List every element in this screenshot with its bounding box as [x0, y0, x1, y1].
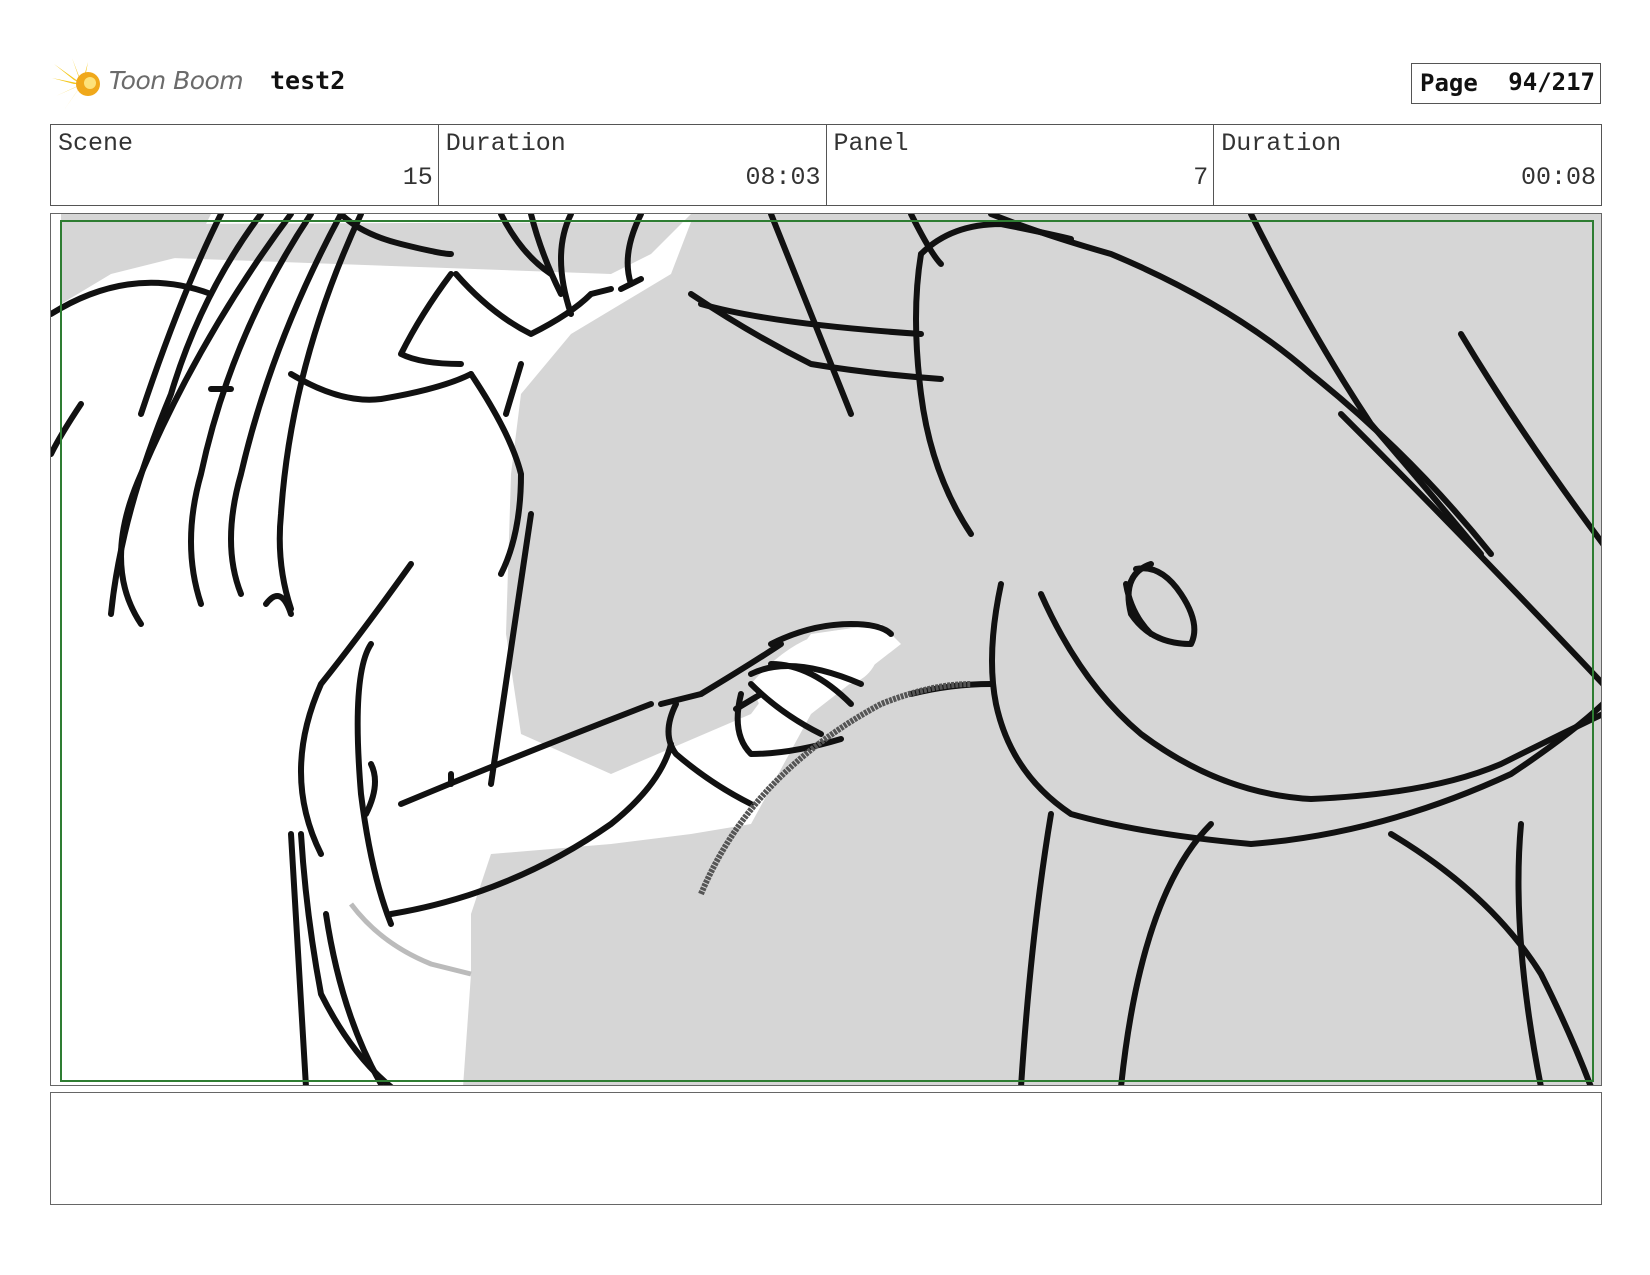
- page-label: Page: [1420, 69, 1478, 97]
- logo-text: Toon Boom: [109, 66, 244, 95]
- panel-duration-cell: Duration 00:08: [1214, 125, 1601, 205]
- project-title: test2: [270, 66, 346, 95]
- panel-label: Panel: [833, 129, 909, 158]
- panel-sketch: [51, 214, 1601, 1085]
- scene-value: 15: [402, 163, 433, 192]
- panel-duration-label: Duration: [1221, 129, 1342, 158]
- scene-duration-value: 08:03: [745, 163, 821, 192]
- scene-info-table: Scene 15 Duration 08:03 Panel 7 Duration…: [50, 124, 1602, 206]
- page-indicator: Page 94/217: [1411, 63, 1601, 104]
- scene-label: Scene: [58, 129, 134, 158]
- panel-notes-box: [50, 1092, 1602, 1205]
- scene-duration-cell: Duration 08:03: [439, 125, 827, 205]
- scene-duration-label: Duration: [445, 129, 566, 158]
- panel-cell: Panel 7: [827, 125, 1215, 205]
- page-number: 94/217: [1508, 68, 1595, 96]
- sketch-shadow-line: [349, 902, 472, 977]
- panel-duration-value: 00:08: [1520, 163, 1596, 192]
- toon-boom-starburst-icon: [52, 58, 100, 110]
- panel-value: 7: [1193, 163, 1209, 192]
- storyboard-panel: [50, 213, 1602, 1086]
- scene-cell: Scene 15: [51, 125, 439, 205]
- toon-boom-logo: Toon Boom: [52, 56, 252, 112]
